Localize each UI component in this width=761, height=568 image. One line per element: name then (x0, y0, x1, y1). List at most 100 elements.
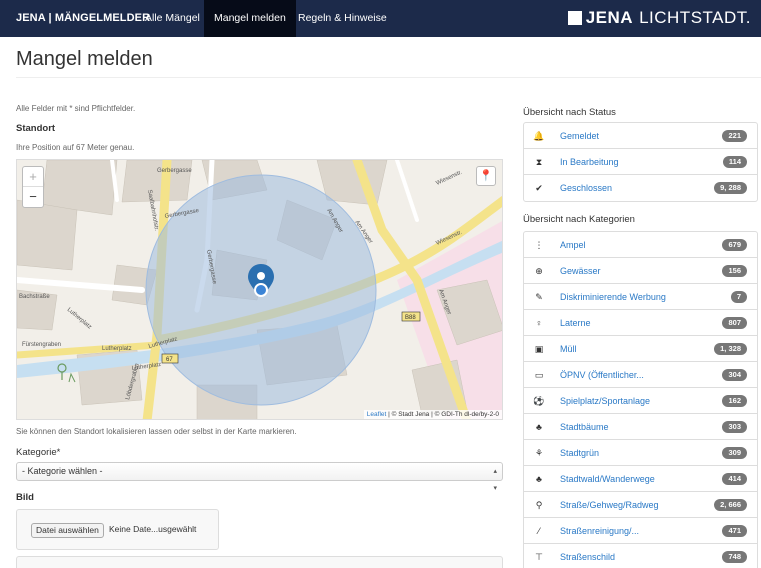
page-title: Mangel melden (16, 48, 153, 70)
status-label[interactable]: In Bearbeitung (560, 149, 619, 175)
status-label[interactable]: Gemeldet (560, 123, 599, 149)
trash-icon: ▣ (534, 344, 544, 354)
category-item-stadtwald[interactable]: ♣ Stadtwald/Wanderwege 414 (524, 466, 757, 492)
broom-icon: ⁄ (538, 526, 540, 536)
standort-label: Standort (16, 123, 56, 134)
title-divider (16, 77, 761, 78)
logo-lichtstadt: LICHTSTADT. (639, 8, 751, 27)
count-badge: 679 (722, 239, 747, 251)
kategorie-label: Kategorie* (16, 447, 61, 458)
brand-link[interactable]: JENA | MÄNGELMELDER (16, 0, 150, 37)
count-badge: 414 (722, 473, 747, 485)
category-item-strassenschild[interactable]: ⊤ Straßenschild 748 (524, 544, 757, 568)
bell-icon: 🔔 (533, 131, 545, 141)
logo-jena: JENA (585, 8, 634, 27)
svg-text:B88: B88 (405, 315, 416, 321)
road-shield-67: 67 (161, 353, 179, 364)
category-item-spielplatz[interactable]: ⚽ Spielplatz/Sportanlage 162 (524, 388, 757, 414)
zoom-control: + − (22, 166, 44, 208)
svg-text:Fürstengraben: Fürstengraben (22, 342, 61, 348)
category-overview-title: Übersicht nach Kategorien (523, 214, 635, 225)
count-badge: 303 (722, 421, 747, 433)
file-chosen-text: Keine Date...usgewählt (109, 524, 197, 534)
kategorie-select[interactable]: - Kategorie wählen - ▴ ▾ (16, 462, 503, 492)
category-item-stadtbaeume[interactable]: ♣ Stadtbäume 303 (524, 414, 757, 440)
ball-icon: ⚽ (533, 396, 545, 406)
count-badge: 471 (722, 525, 747, 537)
map-canvas[interactable]: Gerbergasse Gerbergasse Gerbergasse Wies… (17, 160, 503, 420)
category-label[interactable]: Diskriminierende Werbung (560, 284, 666, 310)
svg-text:Wiesenstr.: Wiesenstr. (435, 169, 463, 186)
svg-text:Lutherplatz: Lutherplatz (102, 346, 132, 352)
category-item-strasse-gehweg-radweg[interactable]: ⚲ Straße/Gehweg/Radweg 2, 666 (524, 492, 757, 518)
lightbulb-icon: ♀ (535, 318, 543, 328)
logo-square-icon (567, 11, 582, 25)
category-item-stadtgruen[interactable]: ⚘ Stadtgrün 309 (524, 440, 757, 466)
category-label[interactable]: Stadtwald/Wanderwege (560, 466, 655, 492)
category-item-muell[interactable]: ▣ Müll 1, 328 (524, 336, 757, 362)
location-map[interactable]: Gerbergasse Gerbergasse Gerbergasse Wies… (16, 159, 503, 420)
count-badge: 156 (722, 265, 747, 277)
count-badge: 114 (722, 156, 747, 168)
count-badge: 2, 666 (714, 499, 747, 511)
category-label[interactable]: Straßenreinigung/... (560, 518, 639, 544)
file-upload-box: Datei auswählen Keine Date...usgewählt (16, 509, 219, 550)
category-label[interactable]: ÖPNV (Öffentlicher... (560, 362, 644, 388)
pin-icon: ✎ (535, 292, 543, 302)
traffic-light-icon: ⋮ (534, 240, 544, 250)
hourglass-icon: ⧗ (535, 157, 543, 167)
category-label[interactable]: Stadtbäume (560, 414, 609, 440)
required-hint: Alle Felder mit * sind Pflichtfelder. (16, 104, 136, 113)
status-item-gemeldet[interactable]: 🔔 Gemeldet 221 (524, 123, 757, 149)
bicycle-icon: ⚲ (535, 500, 543, 510)
category-label[interactable]: Müll (560, 336, 577, 362)
svg-text:67: 67 (166, 357, 173, 363)
top-navbar: JENA | MÄNGELMELDER Alle Mängel Mangel m… (0, 0, 761, 37)
category-label[interactable]: Gewässer (560, 258, 601, 284)
category-label[interactable]: Ampel (560, 232, 586, 258)
category-label[interactable]: Stadtgrün (560, 440, 599, 466)
category-label[interactable]: Straßenschild (560, 544, 615, 568)
category-item-ampel[interactable]: ⋮ Ampel 679 (524, 232, 757, 258)
next-field-box[interactable] (16, 556, 503, 568)
zoom-out-button[interactable]: − (23, 187, 43, 207)
nav-mangel-melden[interactable]: Mangel melden (204, 0, 296, 37)
count-badge: 748 (722, 551, 747, 563)
file-choose-button[interactable]: Datei auswählen (31, 523, 104, 538)
map-attribution: Leaflet | © Stadt Jena | © GDI-Th dl-de/… (363, 410, 502, 419)
count-badge: 162 (722, 395, 747, 407)
category-item-diskriminierende-werbung[interactable]: ✎ Diskriminierende Werbung 7 (524, 284, 757, 310)
jena-logo[interactable]: JENA LICHTSTADT. (567, 8, 751, 28)
status-label[interactable]: Geschlossen (560, 175, 612, 201)
category-item-gewaesser[interactable]: ⊕ Gewässer 156 (524, 258, 757, 284)
category-label[interactable]: Spielplatz/Sportanlage (560, 388, 650, 414)
location-pin-icon: 📍 (479, 170, 493, 182)
current-position-dot (254, 283, 268, 297)
plant-icon: ⚘ (534, 448, 544, 458)
nav-regeln-hinweise[interactable]: Regeln & Hinweise (288, 0, 397, 37)
category-label[interactable]: Laterne (560, 310, 591, 336)
kategorie-selected-value: - Kategorie wählen - (22, 466, 103, 476)
check-icon: ✔ (535, 183, 543, 193)
category-item-strassenreinigung[interactable]: ⁄ Straßenreinigung/... 471 (524, 518, 757, 544)
svg-text:Bachstraße: Bachstraße (19, 294, 50, 300)
count-badge: 807 (722, 317, 747, 329)
status-item-geschlossen[interactable]: ✔ Geschlossen 9, 288 (524, 175, 757, 201)
leaflet-link[interactable]: Leaflet (367, 411, 387, 418)
category-item-oepnv[interactable]: ▭ ÖPNV (Öffentlicher... 304 (524, 362, 757, 388)
status-overview-title: Übersicht nach Status (523, 107, 616, 118)
count-badge: 7 (730, 291, 747, 303)
status-item-in-bearbeitung[interactable]: ⧗ In Bearbeitung 114 (524, 149, 757, 175)
zoom-in-button[interactable]: + (23, 167, 43, 187)
bus-icon: ▭ (534, 370, 544, 380)
category-item-laterne[interactable]: ♀ Laterne 807 (524, 310, 757, 336)
select-arrows-icon: ▴ ▾ (493, 468, 497, 492)
forest-icon: ♣ (536, 474, 542, 484)
locate-me-button[interactable]: 📍 (476, 166, 496, 186)
count-badge: 1, 328 (714, 343, 747, 355)
category-label[interactable]: Straße/Gehweg/Radweg (560, 492, 659, 518)
nav-alle-maengel[interactable]: Alle Mängel (135, 0, 210, 37)
count-badge: 309 (722, 447, 747, 459)
count-badge: 304 (722, 369, 747, 381)
category-list: ⋮ Ampel 679 ⊕ Gewässer 156 ✎ Diskriminierende… (523, 231, 758, 568)
